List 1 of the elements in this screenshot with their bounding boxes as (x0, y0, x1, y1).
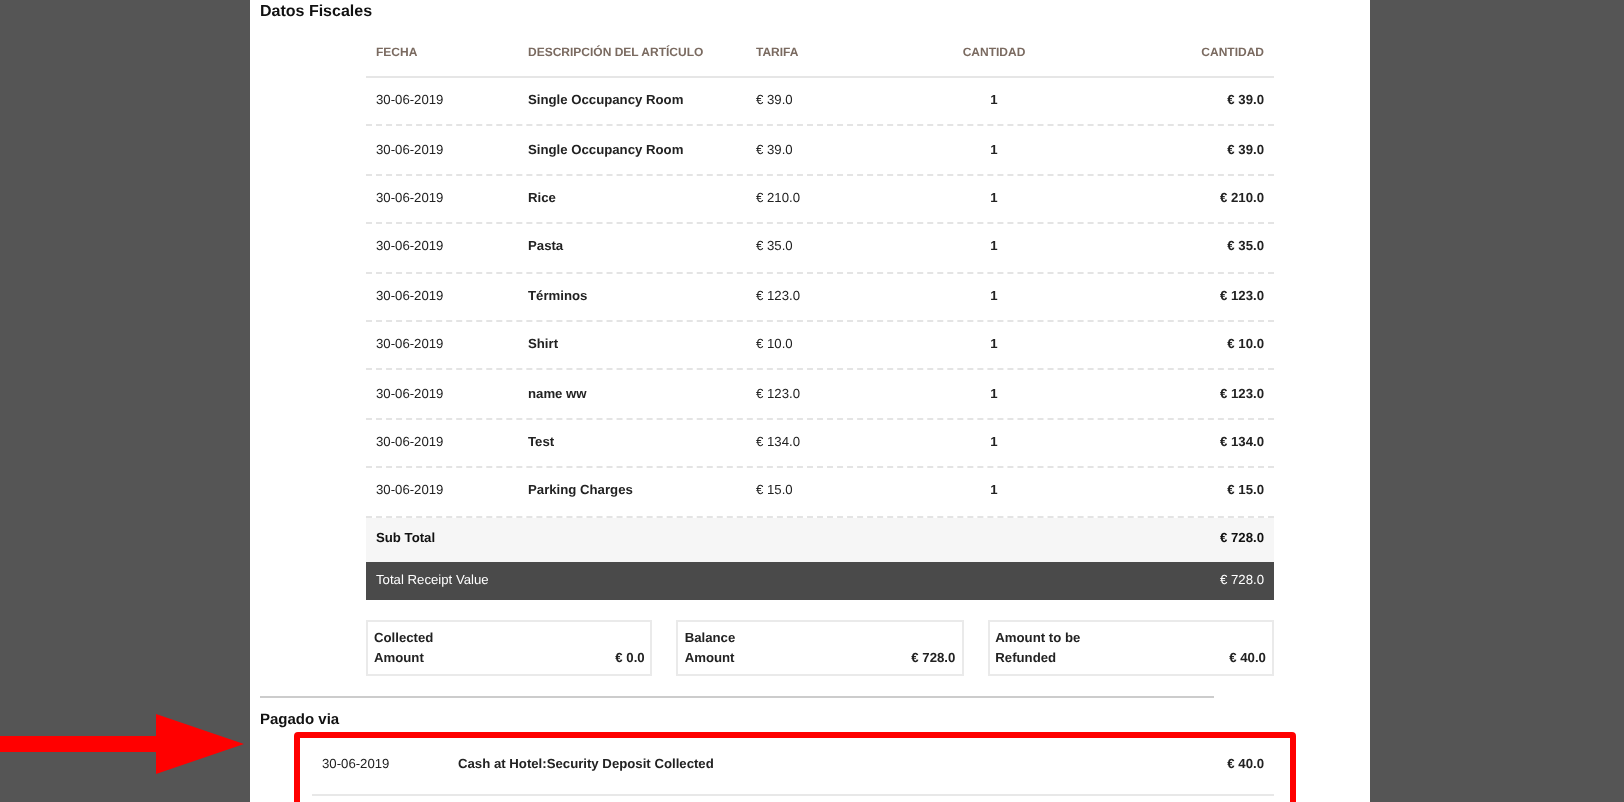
section-title: Datos Fiscales (260, 0, 375, 20)
